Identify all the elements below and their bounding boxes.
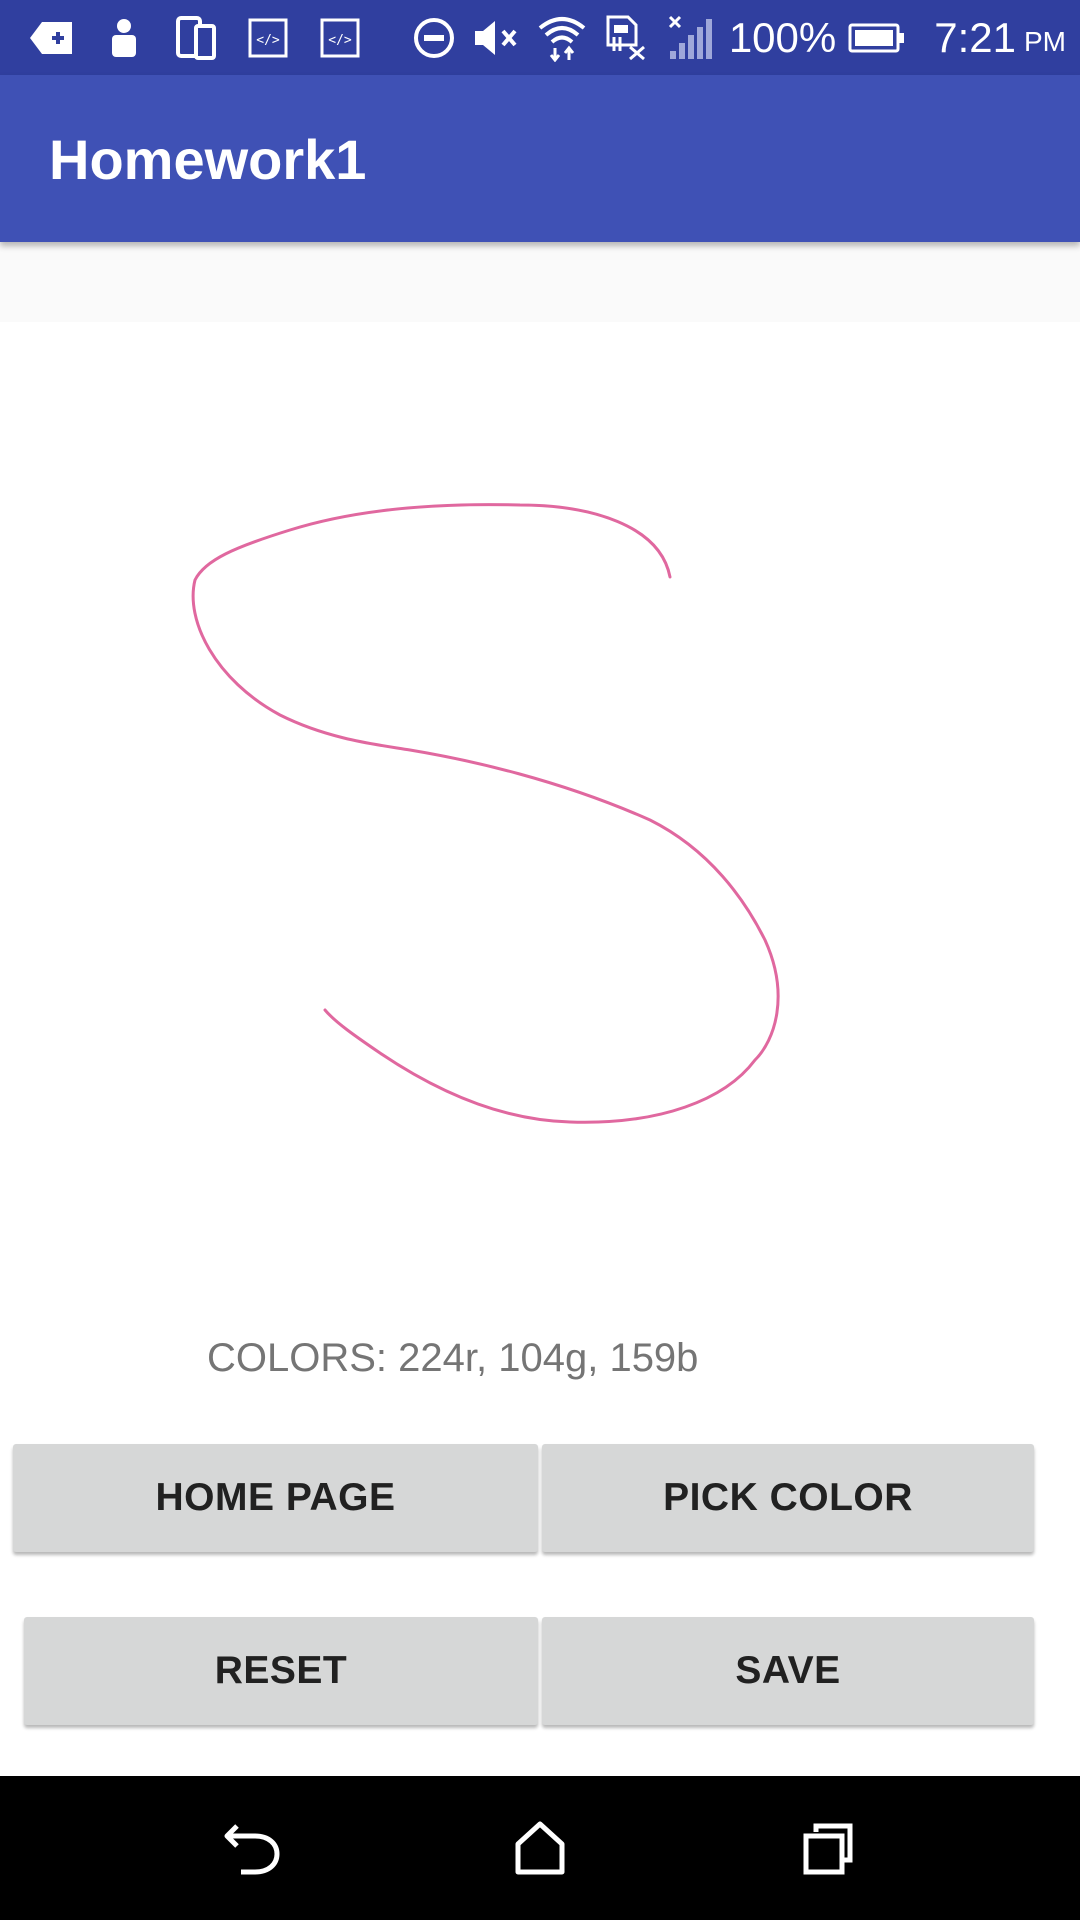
back-icon[interactable] (213, 1808, 293, 1888)
code-icon: </> (316, 14, 364, 62)
home-icon[interactable] (500, 1808, 580, 1888)
signal-icon (665, 14, 715, 62)
code-icon: </> (244, 14, 292, 62)
save-button[interactable]: SAVE (542, 1617, 1034, 1725)
drawing-surface[interactable] (0, 322, 1080, 1312)
battery-percent: 100% (728, 14, 837, 61)
navigation-bar (0, 1776, 1080, 1920)
home-page-button[interactable]: HOME PAGE (13, 1444, 538, 1552)
wifi-icon (537, 14, 587, 62)
reset-button[interactable]: RESET (24, 1617, 538, 1725)
drawing-canvas[interactable] (0, 322, 1080, 1312)
do-not-disturb-icon (409, 14, 459, 62)
battery-full-icon (846, 14, 908, 62)
colors-label: COLORS: 224r, 104g, 159b (207, 1336, 699, 1380)
no-sim-icon (601, 14, 651, 62)
notification-back-icon (28, 14, 76, 62)
app-title: Homework1 (49, 128, 367, 191)
person-icon (100, 14, 148, 62)
svg-text:</>: </> (328, 33, 352, 48)
pick-color-button[interactable]: PICK COLOR (542, 1444, 1034, 1552)
app-bar: Homework1 (0, 75, 1080, 242)
clock-ampm: PM (1024, 26, 1066, 57)
recents-icon[interactable] (788, 1808, 868, 1888)
status-bar: </> </> 100% 7:21 PM (0, 0, 1080, 75)
devices-icon (172, 14, 220, 62)
drawn-stroke (191, 503, 780, 1124)
clock-time: 7:21 (934, 14, 1016, 61)
top-spacer (0, 242, 1080, 322)
status-bar-right-icons: 100% 7:21 PM (409, 10, 1066, 66)
volume-mute-icon (473, 14, 523, 62)
status-bar-left-icons: </> </> (28, 14, 388, 62)
svg-text:</>: </> (256, 33, 280, 48)
